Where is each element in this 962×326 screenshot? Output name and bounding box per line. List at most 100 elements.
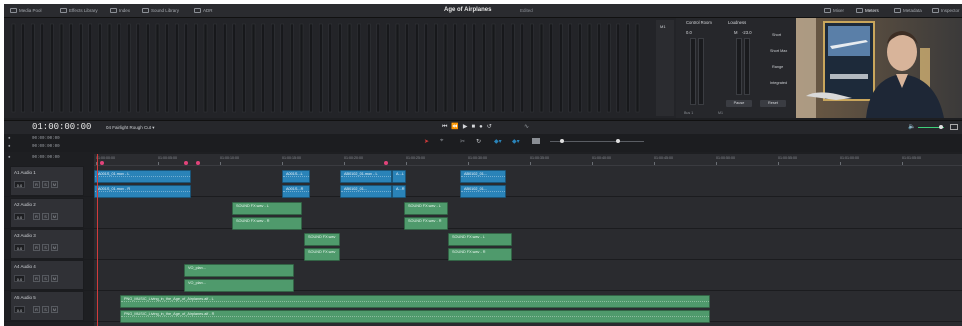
tab-adr[interactable]: ADR	[194, 6, 213, 15]
track-s-button[interactable]: S	[42, 306, 49, 313]
clip-a1-5-l[interactable]: AB0102_01...	[460, 170, 506, 183]
clip-a5-music-r[interactable]: PNG_MUSIC_Living_in_the_Age_of_Airplanes…	[120, 310, 710, 323]
clip-a2-1-l[interactable]: SOUND FX.wav - L	[232, 202, 302, 215]
track-s-button[interactable]: S	[42, 213, 49, 220]
timeline-marker[interactable]	[196, 161, 200, 165]
track-s-button[interactable]: S	[42, 244, 49, 251]
tab-mixer[interactable]: Mixer	[824, 6, 844, 15]
track-s-button[interactable]: S	[42, 181, 49, 188]
channel-meter	[491, 23, 496, 113]
clip-a1-2-r[interactable]: A001S...R	[282, 185, 310, 198]
channel-meter	[328, 23, 333, 113]
clip-a3-1-l[interactable]: SOUND FX.wav	[304, 233, 340, 246]
clip-a2-2-l[interactable]: SOUND FX.wav - L	[404, 202, 448, 215]
track-header-a2[interactable]: A2 Audio 2 0.0 R S M	[10, 198, 84, 228]
zoom-handle-2[interactable]	[616, 139, 620, 143]
track-r-button[interactable]: R	[33, 213, 40, 220]
project-title: Age of Airplanes	[444, 7, 492, 13]
clip-a1-3-r[interactable]: AB0102_01...	[340, 185, 392, 198]
bus-selector[interactable]: Bus 1	[684, 111, 693, 115]
timeline-selector[interactable]: 04 Fairlight Rough Cut ▾	[106, 122, 155, 133]
timeline-marker[interactable]	[384, 161, 388, 165]
waveform-icon[interactable]: ∿	[524, 123, 529, 132]
track-header-a3[interactable]: A3 Audio 3 0.0 R S M	[10, 229, 84, 259]
timeline-marker[interactable]	[100, 161, 104, 165]
tab-metadata[interactable]: Metadata	[894, 6, 922, 15]
tab-index[interactable]: Index	[110, 6, 130, 15]
clip-a1-4-l[interactable]: A...L	[392, 170, 406, 183]
clip-a3-1-r[interactable]: SOUND FX.wav	[304, 248, 340, 261]
track-m-button[interactable]: M	[51, 306, 58, 313]
snap-icon[interactable]: ◆▾	[494, 138, 502, 145]
channel-meter	[347, 23, 352, 113]
track-s-button[interactable]: S	[42, 275, 49, 282]
zoom-slider[interactable]	[550, 141, 644, 142]
ruler-tick	[592, 162, 593, 165]
tab-media-pool[interactable]: Media Pool	[10, 6, 42, 15]
track-m-button[interactable]: M	[51, 181, 58, 188]
pause-button[interactable]: Pause	[726, 100, 752, 107]
track-r-button[interactable]: R	[33, 275, 40, 282]
track-m-button[interactable]: M	[51, 213, 58, 220]
track-r-button[interactable]: R	[33, 244, 40, 251]
clip-a1-1-l[interactable]: A001S_01.mov - L	[94, 170, 191, 183]
volume-handle[interactable]	[939, 125, 943, 129]
timeline-ruler[interactable]: 01:00:00:00 01:00:05:00 01:00:10:00 01:00:1…	[94, 154, 962, 166]
tab-effects-library[interactable]: Effects Library	[60, 6, 98, 15]
track-r-button[interactable]: R	[33, 306, 40, 313]
tab-inspector[interactable]: Inspector	[932, 6, 960, 15]
track-header-a1[interactable]: A1 Audio 1 0.0 R S M	[10, 166, 84, 196]
reset-button[interactable]: Reset	[760, 100, 786, 107]
fullscreen-icon[interactable]	[950, 124, 958, 130]
ruler-tick-label: 01:00:35:00	[530, 156, 549, 160]
link-icon[interactable]: ↻	[476, 138, 481, 145]
track-volume[interactable]: 0.0	[14, 244, 25, 251]
speaker-icon[interactable]: 🔈	[908, 124, 915, 131]
loudness-label: Loudness	[728, 20, 747, 25]
clip-a1-1-r[interactable]: A001S_01.mov - R	[94, 185, 191, 198]
zoom-handle-1[interactable]	[560, 139, 564, 143]
clip-a2-1-r[interactable]: SOUND FX.wav - R	[232, 217, 302, 230]
channel-meter	[242, 23, 246, 113]
tab-sound-library[interactable]: Sound Library	[142, 6, 179, 15]
ruler-tick-label: 01:01:05:00	[902, 156, 921, 160]
clip-a3-2-r[interactable]: SOUND FX.wav - R	[448, 248, 512, 261]
clip-a1-4-r[interactable]: A...R	[392, 185, 406, 198]
track-volume[interactable]: 0.0	[14, 181, 25, 188]
clip-a1-3-l[interactable]: AB0102_01.mov - L	[340, 170, 392, 183]
zoom-mode-icon[interactable]	[532, 138, 540, 144]
clip-a3-2-l[interactable]: SOUND FX.wav - L	[448, 233, 512, 246]
ruler-tick	[716, 162, 717, 165]
track-volume[interactable]: 0.0	[14, 275, 25, 282]
ruler-tick-label: 01:00:55:00	[778, 156, 797, 160]
razor-icon[interactable]: ✂	[460, 138, 465, 145]
ruler-tick	[840, 162, 841, 165]
clip-a1-2-l[interactable]: A001S...L	[282, 170, 310, 183]
channel-meter	[136, 23, 141, 113]
flag-icon[interactable]: ◆▾	[512, 138, 520, 145]
track-volume[interactable]: 0.0	[14, 306, 25, 313]
clip-a2-2-r[interactable]: SOUND FX.wav - R	[404, 217, 448, 230]
channel-meter	[587, 23, 592, 113]
track-header-a4[interactable]: A4 Audio 4 0.0 R S M	[10, 260, 84, 290]
ruler-tick	[406, 162, 407, 165]
timeline-marker[interactable]	[184, 161, 188, 165]
track-m-button[interactable]: M	[51, 275, 58, 282]
track-volume[interactable]: 0.0	[14, 213, 25, 220]
tab-meters[interactable]: Meters	[856, 6, 879, 15]
track-header-a5[interactable]: A5 Audio 5 0.0 R S M	[10, 291, 84, 321]
clip-a5-music-l[interactable]: PNG_MUSIC_Living_in_the_Age_of_Airplanes…	[120, 295, 710, 308]
selection-tool-icon[interactable]: ➤	[424, 138, 429, 145]
clip-a4-1-l[interactable]: VO_plan...	[184, 264, 294, 277]
transport-controls[interactable]: ⏮⏪▶■●↺	[442, 123, 496, 132]
clip-a1-5-r[interactable]: AB0102_01...	[460, 185, 506, 198]
m1-selector[interactable]: M1	[718, 111, 723, 115]
track-m-button[interactable]: M	[51, 244, 58, 251]
channel-meter	[165, 23, 169, 113]
track-r-button[interactable]: R	[33, 181, 40, 188]
clip-a4-1-r[interactable]: VO_plan...	[184, 279, 294, 292]
ruler-tick-label: 01:00:40:00	[592, 156, 611, 160]
range-tool-icon[interactable]: ⌖	[440, 138, 443, 145]
playhead[interactable]	[97, 154, 98, 326]
channel-meter	[213, 23, 217, 113]
